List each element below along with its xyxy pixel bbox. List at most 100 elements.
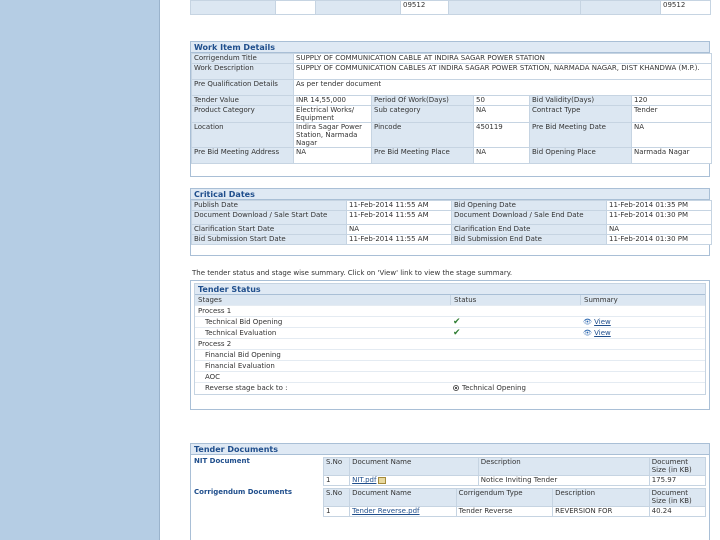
field-label: Contract Type (529, 105, 632, 123)
date-value: NA (346, 224, 452, 235)
view-icon[interactable]: 👁 (583, 318, 592, 326)
date-value: NA (606, 224, 712, 235)
nit-document-section: NIT Document S.No Document Name Descript… (191, 455, 709, 486)
date-label: Document Download / Sale Start Date (191, 210, 347, 225)
document-name-cell: Tender Reverse.pdf (349, 506, 457, 517)
col-header-stages: Stages (198, 296, 222, 304)
table-cell: 40.24 (648, 506, 707, 517)
table-cell: Tender Reverse (455, 506, 554, 517)
pre-bid-address-value: NA (293, 147, 372, 164)
stage-row: Technical Evaluation ✔ 👁 View (195, 328, 705, 339)
field-label: Tender Value (191, 95, 294, 106)
process-label: Process 2 (198, 340, 232, 348)
field-label: Work Description (191, 63, 294, 80)
stage-label: Technical Evaluation (205, 329, 277, 337)
stage-label: AOC (205, 373, 221, 381)
date-value: 11-Feb-2014 11:55 AM (346, 200, 452, 211)
product-category-value: Electrical Works/ Equipment (293, 105, 372, 123)
period-of-work-value: 50 (473, 95, 530, 106)
status-cell: ✔ (450, 328, 580, 338)
sub-category-value: NA (473, 105, 530, 123)
stage-row: Technical Bid Opening ✔ 👁 View (195, 317, 705, 328)
col-header: S.No (322, 488, 351, 507)
table-cell: 1 (322, 506, 351, 517)
tender-value: INR 14,55,000 (293, 95, 372, 106)
field-label: Pre Bid Meeting Date (529, 122, 632, 148)
contract-type-value: Tender (630, 105, 713, 123)
date-value: 11-Feb-2014 01:35 PM (606, 200, 712, 211)
col-header: Description (477, 457, 650, 476)
fragment-cell: 09512 (660, 0, 711, 15)
status-note: The tender status and stage wise summary… (192, 269, 513, 277)
field-label: Corrigendum Title (191, 53, 294, 64)
section-label: NIT Document (194, 457, 250, 465)
panel-title: Work Item Details (191, 42, 709, 53)
reverse-stage-row: Reverse stage back to : Technical Openin… (195, 383, 705, 394)
view-icon[interactable]: 👁 (583, 329, 592, 337)
pre-bid-place-value: NA (473, 147, 530, 164)
col-header: S.No (322, 457, 351, 476)
table-cell: Notice Inviting Tender (477, 475, 650, 486)
process-row: Process 1 (195, 306, 705, 317)
col-header: Document Size (in KB) (648, 488, 707, 507)
date-label: Clarification Start Date (191, 224, 347, 235)
panel-title: Critical Dates (191, 189, 709, 200)
field-label: Location (191, 122, 294, 148)
col-header: Description (552, 488, 650, 507)
left-sidebar (0, 0, 160, 540)
critical-dates-panel: Critical Dates Publish Date 11-Feb-2014 … (190, 188, 712, 256)
bid-opening-place-value: Narmada Nagar (630, 147, 713, 164)
field-label: Pre Qualification Details (191, 79, 294, 96)
date-label: Clarification End Date (451, 224, 607, 235)
col-header: Document Name (349, 457, 479, 476)
previous-table-fragment: 09512 09512 (190, 0, 711, 15)
work-item-details-panel: Work Item Details Corrigendum Title SUPP… (190, 41, 713, 177)
document-link[interactable]: Tender Reverse.pdf (352, 508, 419, 516)
checkmark-icon: ✔ (453, 328, 461, 338)
tender-status-table: Tender Status Stages Status Summary Proc… (194, 283, 706, 395)
col-header-status: Status (450, 295, 580, 305)
reverse-stage-label: Reverse stage back to : (205, 384, 288, 392)
corrigendum-title-value: SUPPLY OF COMMUNICATION CABLE AT INDIRA … (292, 53, 713, 64)
location-value: Indira Sagar Power Station, Narmada Naga… (293, 122, 372, 148)
summary-cell: 👁 View (580, 317, 705, 327)
field-label: Pre Bid Meeting Place (371, 147, 474, 164)
date-label: Document Download / Sale End Date (451, 210, 607, 225)
date-value: 11-Feb-2014 11:55 AM (346, 210, 452, 225)
reverse-stage-option[interactable]: Technical Opening (450, 383, 526, 394)
status-header-row: Stages Status Summary (195, 295, 705, 306)
col-header: Document Size (in KB) (648, 457, 707, 476)
col-header: Corrigendum Type (455, 488, 554, 507)
field-label: Bid Opening Place (529, 147, 632, 164)
col-header: Document Name (349, 488, 457, 507)
status-cell: ✔ (450, 317, 580, 327)
summary-cell: 👁 View (580, 328, 705, 338)
pincode-value: 450119 (473, 122, 530, 148)
table-cell: REVERSION FOR (552, 506, 650, 517)
table-cell: 1 (322, 475, 351, 486)
stage-label: Technical Bid Opening (205, 318, 283, 326)
section-label: Corrigendum Documents (194, 488, 293, 496)
pre-bid-date-value: NA (630, 122, 713, 148)
field-label: Bid Validity(Days) (529, 95, 632, 106)
date-label: Bid Submission End Date (451, 234, 607, 245)
view-link[interactable]: View (594, 329, 611, 337)
col-header-summary: Summary (580, 295, 705, 305)
radio-button[interactable] (453, 385, 459, 391)
checkmark-icon: ✔ (453, 317, 461, 327)
document-link[interactable]: NIT.pdf (352, 477, 376, 485)
table-cell: 175.97 (648, 475, 707, 486)
stage-label: Financial Evaluation (205, 362, 275, 370)
process-label: Process 1 (198, 307, 232, 315)
date-label: Bid Opening Date (451, 200, 607, 211)
panel-title: Tender Status (195, 284, 705, 295)
document-name-cell: NIT.pdf (349, 475, 479, 486)
view-link[interactable]: View (594, 318, 611, 326)
stage-label: Financial Bid Opening (205, 351, 281, 359)
pdf-icon[interactable] (378, 476, 387, 484)
stage-row: Financial Evaluation (195, 361, 705, 372)
date-value: 11-Feb-2014 01:30 PM (606, 234, 712, 245)
date-label: Bid Submission Start Date (191, 234, 347, 245)
process-row: Process 2 (195, 339, 705, 350)
stage-row: Financial Bid Opening (195, 350, 705, 361)
